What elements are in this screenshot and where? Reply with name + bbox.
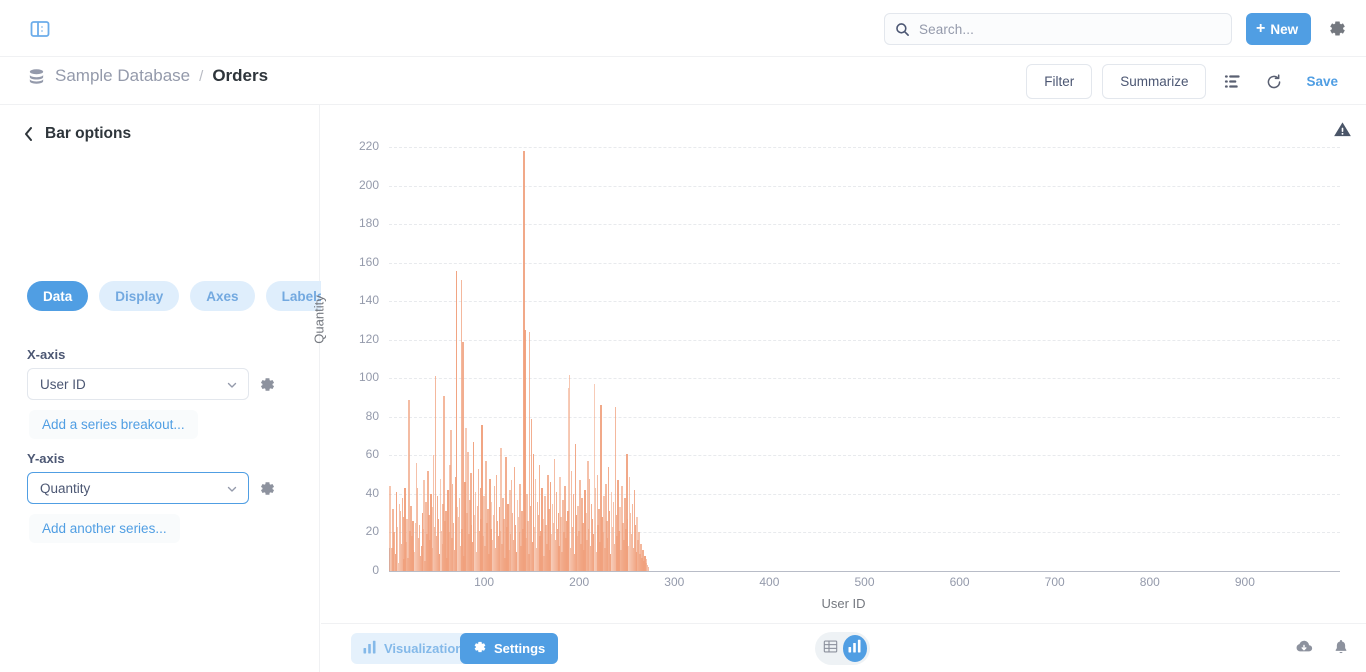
y-axis-tick-label: 40 [365,485,379,500]
table-view-toggle[interactable] [818,635,843,662]
header-actions: Filter Summarize Save [1026,64,1346,99]
tab-data[interactable]: Data [27,281,89,311]
breadcrumb-database[interactable]: Sample Database [55,66,190,86]
y-axis-tick-label: 120 [358,331,379,346]
summarize-button[interactable]: Summarize [1102,64,1207,99]
y-axis-tick-label: 180 [358,216,379,231]
y-axis-tick-label: 0 [372,563,379,577]
download-cloud-icon[interactable] [1294,637,1314,657]
y-axis-tick-label: 100 [358,370,379,385]
y-axis-label: Y-axis [27,451,65,466]
y-axis-value: Quantity [40,480,91,496]
new-button[interactable]: + New [1246,13,1312,45]
gridline [389,378,1340,380]
x-axis-settings-gear-icon[interactable] [259,376,276,393]
filter-button[interactable]: Filter [1026,64,1093,99]
chevron-left-icon[interactable] [23,126,34,142]
y-axis-tick-label: 80 [365,408,379,423]
gridline [389,339,1340,341]
y-axis-title: Quantity [311,295,327,344]
gridline [389,301,1340,303]
page-title: Bar options [45,125,132,142]
bottom-toolbar: Visualization Settings [321,623,1366,672]
breadcrumb: Sample Database / Orders [27,66,268,86]
x-axis-tick-label: 100 [474,575,495,589]
bottom-right-icons [1294,637,1350,657]
gridline [389,185,1340,187]
chart-settings-sidebar: Bar options Data Display Axes Labels X-a… [0,105,341,672]
x-axis-tick-label: 400 [759,575,780,589]
x-axis-tick-label: 800 [1139,575,1160,589]
metabase-app: Search... + New Sample Database / Orders… [0,0,1366,672]
bar-chart-plot[interactable]: Quantity User ID 0 20 40 60 80 100 120 140 160 18… [312,105,1366,623]
question-header-bar: Sample Database / Orders Filter Summariz… [0,57,1366,105]
visualization-button[interactable]: Visualization [351,633,476,664]
gridline [389,224,1340,226]
chevron-down-icon [226,482,238,494]
chevron-down-icon [226,378,238,390]
y-axis-tick-label: 140 [358,293,379,308]
database-icon [27,67,46,86]
x-axis-tick-label: 900 [1234,575,1255,589]
table-icon [823,639,838,659]
y-axis-tick-label: 200 [358,177,379,192]
y-axis-row: Quantity [27,472,276,504]
settings-button[interactable]: Settings [460,633,559,664]
view-toggle-group [815,632,870,665]
gear-icon[interactable] [1328,19,1347,38]
gridline [389,416,1340,418]
plus-icon: + [1256,20,1266,37]
columns-icon[interactable] [1216,66,1248,98]
settings-tabs: Data Display Axes Labels [27,281,341,311]
x-axis-title: User ID [821,596,866,611]
search-placeholder: Search... [919,21,974,37]
search-input[interactable]: Search... [884,13,1232,45]
chart-view-toggle[interactable] [842,635,867,662]
y-axis-select[interactable]: Quantity [27,472,249,504]
x-axis-tick-label: 300 [664,575,685,589]
x-axis-tick-label: 500 [854,575,875,589]
y-axis-tick-label: 20 [365,524,379,539]
gridline [389,262,1340,264]
settings-back-header[interactable]: Bar options [23,125,131,143]
y-axis-settings-gear-icon[interactable] [259,480,276,497]
add-series-breakout-link[interactable]: Add a series breakout... [29,410,198,439]
x-axis-select[interactable]: User ID [27,368,249,400]
refresh-icon[interactable] [1258,66,1290,98]
x-axis-line [389,571,1340,572]
save-button[interactable]: Save [1300,74,1346,89]
tab-axes[interactable]: Axes [190,281,255,311]
breadcrumb-table[interactable]: Orders [212,66,268,86]
new-button-label: New [1270,21,1299,37]
tab-display[interactable]: Display [99,281,180,311]
search-icon [895,22,910,37]
bar-chart-icon [363,640,377,657]
visualization-button-label: Visualization [384,641,464,656]
x-axis-tick-label: 600 [949,575,970,589]
chart-container: Quantity User ID 0 20 40 60 80 100 120 140 160 18… [312,105,1366,623]
breadcrumb-separator: / [199,67,204,85]
top-navigation-bar: Search... + New [0,0,1366,57]
sidebar-toggle-icon[interactable] [26,15,54,43]
y-axis-tick-label: 220 [358,139,379,154]
gear-icon [473,640,487,657]
x-axis-value: User ID [40,376,86,392]
settings-button-label: Settings [494,641,546,656]
x-axis-tick-label: 200 [569,575,590,589]
x-axis-tick-label: 700 [1044,575,1065,589]
add-another-series-link[interactable]: Add another series... [29,514,180,543]
bar-chart-icon [848,639,862,658]
bar[interactable] [647,567,650,571]
bell-icon[interactable] [1332,638,1350,656]
gridline [389,147,1340,149]
y-axis-tick-label: 160 [358,254,379,269]
x-axis-label: X-axis [27,347,66,362]
y-axis-tick-label: 60 [365,447,379,462]
x-axis-row: User ID [27,368,276,400]
